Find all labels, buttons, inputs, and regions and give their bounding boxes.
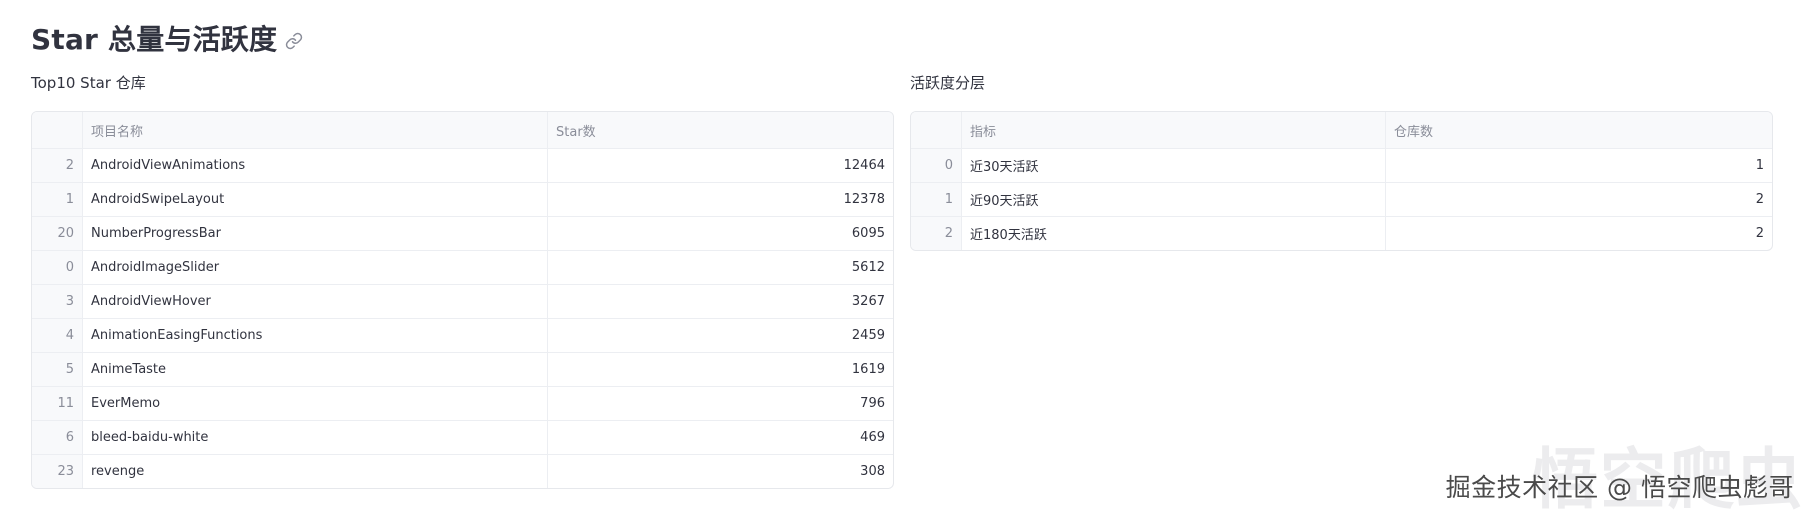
row-index-cell: 4 [32, 319, 83, 352]
table-caption: Top10 Star 仓库 [31, 74, 146, 92]
table-row: 1 AndroidSwipeLayout 12378 [32, 182, 893, 216]
name-cell[interactable]: AnimationEasingFunctions [83, 319, 548, 352]
value-cell[interactable]: 1 [1386, 149, 1772, 182]
table-row: 5 AnimeTaste 1619 [32, 352, 893, 386]
name-cell[interactable]: AndroidSwipeLayout [83, 183, 548, 216]
row-index-cell: 1 [911, 183, 962, 216]
name-cell[interactable]: AndroidImageSlider [83, 251, 548, 284]
name-cell[interactable]: revenge [83, 455, 548, 488]
row-index-cell: 1 [32, 183, 83, 216]
value-cell[interactable]: 796 [548, 387, 893, 420]
value-cell[interactable]: 2 [1386, 183, 1772, 216]
row-index-cell: 20 [32, 217, 83, 250]
value-cell[interactable]: 12378 [548, 183, 893, 216]
top10-star-section: Top10 Star 仓库 项目名称 Star数 2 AndroidViewAni… [31, 72, 894, 489]
name-cell[interactable]: 近90天活跃 [962, 183, 1386, 216]
table-row: 6 bleed-baidu-white 469 [32, 420, 893, 454]
table-header-row: 项目名称 Star数 [32, 112, 893, 148]
value-cell[interactable]: 2459 [548, 319, 893, 352]
value-cell[interactable]: 5612 [548, 251, 893, 284]
table-row: 11 EverMemo 796 [32, 386, 893, 420]
row-index-cell: 0 [32, 251, 83, 284]
name-cell[interactable]: AndroidViewAnimations [83, 149, 548, 182]
name-cell[interactable]: AnimeTaste [83, 353, 548, 386]
value-cell[interactable]: 469 [548, 421, 893, 454]
name-cell[interactable]: EverMemo [83, 387, 548, 420]
title-row: Star 总量与活跃度 [31, 18, 303, 58]
page-title: Star 总量与活跃度 [31, 23, 278, 56]
column-header-star-count[interactable]: Star数 [548, 112, 893, 148]
name-cell[interactable]: bleed-baidu-white [83, 421, 548, 454]
row-index-cell: 3 [32, 285, 83, 318]
table-row: 2 AndroidViewAnimations 12464 [32, 148, 893, 182]
column-header-repo-count[interactable]: 仓库数 [1386, 112, 1772, 148]
row-index-cell: 0 [911, 149, 962, 182]
value-cell[interactable]: 3267 [548, 285, 893, 318]
activity-tier-table[interactable]: 指标 仓库数 0 近30天活跃 1 1 近90天活跃 2 2 近180天活跃 2 [910, 111, 1773, 251]
row-index-cell: 2 [911, 217, 962, 250]
value-cell[interactable]: 12464 [548, 149, 893, 182]
table-row: 0 AndroidImageSlider 5612 [32, 250, 893, 284]
row-index-cell: 6 [32, 421, 83, 454]
name-cell[interactable]: AndroidViewHover [83, 285, 548, 318]
name-cell[interactable]: 近30天活跃 [962, 149, 1386, 182]
column-header-metric[interactable]: 指标 [962, 112, 1386, 148]
row-index-cell: 5 [32, 353, 83, 386]
table-header-row: 指标 仓库数 [911, 112, 1772, 148]
value-cell[interactable]: 308 [548, 455, 893, 488]
table-row: 1 近90天活跃 2 [911, 182, 1772, 216]
table-row: 4 AnimationEasingFunctions 2459 [32, 318, 893, 352]
row-index-cell: 11 [32, 387, 83, 420]
activity-tier-section: 活跃度分层 指标 仓库数 0 近30天活跃 1 1 近90天活跃 2 2 近180天活跃 2 [910, 72, 1773, 251]
value-cell[interactable]: 2 [1386, 217, 1772, 250]
table-row: 3 AndroidViewHover 3267 [32, 284, 893, 318]
index-header [911, 112, 962, 148]
table-row: 0 近30天活跃 1 [911, 148, 1772, 182]
row-index-cell: 23 [32, 455, 83, 488]
index-header [32, 112, 83, 148]
row-index-cell: 2 [32, 149, 83, 182]
name-cell[interactable]: 近180天活跃 [962, 217, 1386, 250]
value-cell[interactable]: 1619 [548, 353, 893, 386]
watermark-text: 掘金技术社区 @ 悟空爬虫彪哥 [1445, 473, 1794, 502]
page: Star 总量与活跃度 Top10 Star 仓库 项目名称 Star数 2 An… [0, 0, 1808, 516]
table-row: 20 NumberProgressBar 6095 [32, 216, 893, 250]
name-cell[interactable]: NumberProgressBar [83, 217, 548, 250]
top10-star-table[interactable]: 项目名称 Star数 2 AndroidViewAnimations 12464 1 A… [31, 111, 894, 489]
table-row: 2 近180天活跃 2 [911, 216, 1772, 250]
link-icon[interactable] [285, 32, 303, 50]
value-cell[interactable]: 6095 [548, 217, 893, 250]
table-row: 23 revenge 308 [32, 454, 893, 488]
table-caption: 活跃度分层 [910, 74, 986, 92]
column-header-project-name[interactable]: 项目名称 [83, 112, 548, 148]
